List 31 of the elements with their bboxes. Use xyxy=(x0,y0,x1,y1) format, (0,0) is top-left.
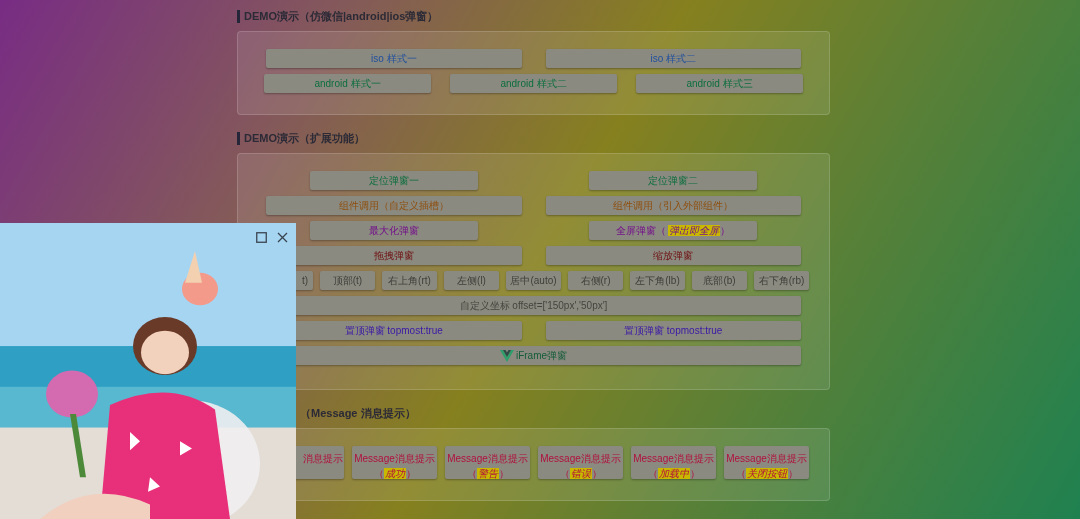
action-button[interactable]: 组件调用（自定义插槽） xyxy=(266,196,522,215)
action-button[interactable]: 置顶弹窗 topmost:true xyxy=(545,321,801,340)
action-button[interactable]: 定位弹窗一 xyxy=(309,171,478,190)
maximize-icon[interactable] xyxy=(256,231,267,243)
action-button[interactable]: Message消息提示 （关闭按钮） xyxy=(724,446,809,479)
action-button[interactable]: 左侧(l) xyxy=(444,271,499,290)
action-button[interactable]: 顶部(t) xyxy=(320,271,375,290)
action-button[interactable]: Message消息提示 （警告） xyxy=(445,446,530,479)
action-button[interactable]: Message消息提示 （加载中） xyxy=(631,446,716,479)
close-icon[interactable] xyxy=(277,231,288,243)
action-button[interactable]: 居中(auto) xyxy=(506,271,561,290)
action-button[interactable]: iso 样式二 xyxy=(545,49,801,68)
action-button[interactable]: 全屏弹窗（ 弹出即全屏） xyxy=(589,221,758,240)
action-button[interactable]: android 样式一 xyxy=(264,74,431,93)
action-button[interactable]: android 样式二 xyxy=(450,74,617,93)
action-button[interactable]: Message消息提示 （错误） xyxy=(538,446,623,479)
action-button[interactable]: 左下角(lb) xyxy=(630,271,685,290)
action-button[interactable]: android 样式三 xyxy=(636,74,803,93)
action-button[interactable]: 底部(b) xyxy=(692,271,747,290)
section-title: DEMO演示（仿微信|android|ios弹窗） xyxy=(244,8,439,24)
action-button[interactable]: 定位弹窗二 xyxy=(589,171,758,190)
action-button[interactable]: 右下角(rb) xyxy=(754,271,809,290)
section-title: （Message 消息提示） xyxy=(300,405,416,421)
vue-logo-icon xyxy=(499,349,514,362)
action-button[interactable]: 缩放弹窗 xyxy=(545,246,801,265)
action-button[interactable]: 最大化弹窗 xyxy=(309,221,478,240)
action-button[interactable]: Message消息提示 （成功） xyxy=(352,446,437,479)
section-title: DEMO演示（扩展功能） xyxy=(244,130,365,146)
action-button[interactable]: iso 样式一 xyxy=(266,49,522,68)
action-button[interactable]: 组件调用（引入外部组件） xyxy=(545,196,801,215)
action-button[interactable]: 右侧(r) xyxy=(568,271,623,290)
